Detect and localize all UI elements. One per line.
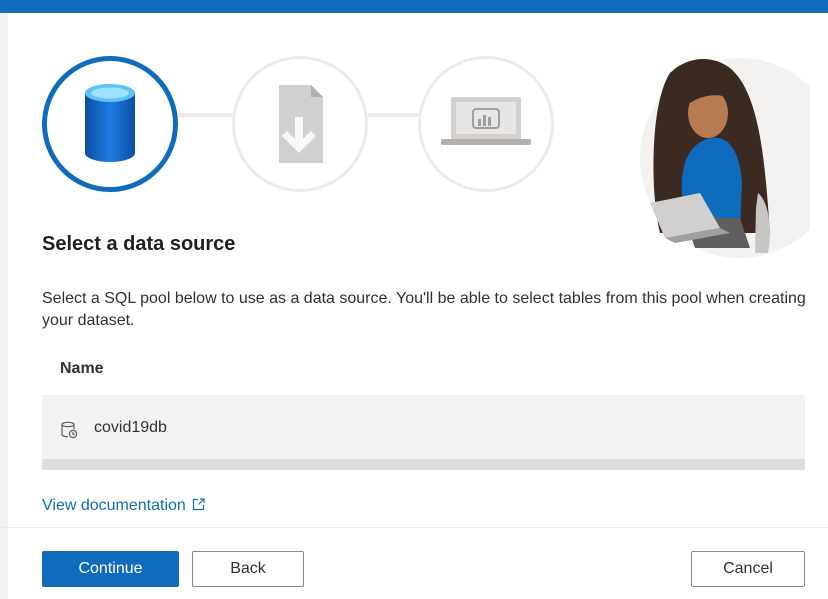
person-with-laptop-illustration — [640, 58, 810, 258]
step-export-data — [232, 56, 368, 192]
back-button[interactable]: Back — [192, 551, 304, 587]
column-header-name[interactable]: Name — [60, 360, 104, 378]
step-connector — [368, 113, 420, 117]
laptop-chart-icon — [441, 97, 531, 145]
footer-divider — [0, 527, 828, 528]
wizard-progress — [0, 13, 828, 258]
step-connector — [178, 113, 234, 117]
cancel-button[interactable]: Cancel — [691, 551, 805, 587]
continue-button[interactable]: Continue — [42, 551, 179, 587]
page-title: Select a data source — [42, 233, 236, 255]
row-label: covid19db — [94, 419, 167, 436]
view-documentation-label: View documentation — [42, 497, 186, 514]
page-description: Select a SQL pool below to use as a data… — [42, 290, 806, 329]
view-documentation-link[interactable]: View documentation — [42, 497, 205, 515]
table-row[interactable]: covid19db — [42, 395, 805, 459]
top-accent-bar — [0, 0, 828, 13]
step-create-report — [418, 56, 554, 192]
step-select-data-source — [42, 56, 178, 192]
sql-pool-icon — [61, 421, 78, 439]
external-link-icon — [192, 498, 205, 511]
document-download-icon — [279, 85, 323, 163]
horizontal-scrollbar[interactable] — [42, 459, 805, 470]
database-icon — [85, 84, 135, 162]
